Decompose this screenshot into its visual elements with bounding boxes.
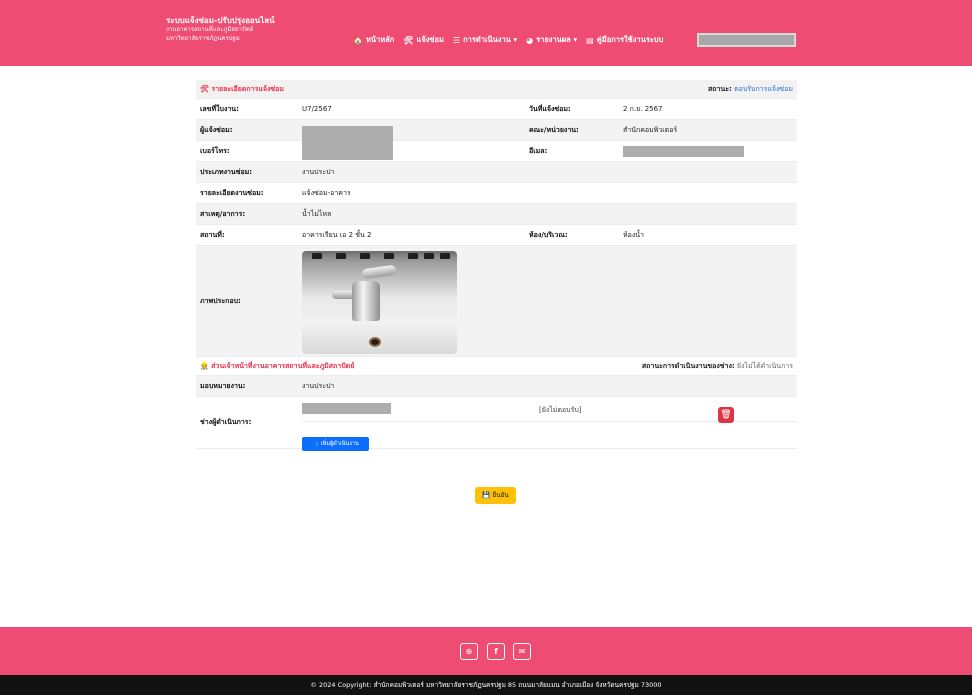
tools-icon: 🛠 xyxy=(200,84,212,93)
faculty-value: สำนักคอมพิวเตอร์ xyxy=(623,125,678,134)
nav-repair-label: แจ้งซ่อม xyxy=(416,35,444,44)
mail-icon[interactable]: ✉ xyxy=(513,643,531,660)
add-technician-button[interactable]: 👥 เพิ่มผู้ดำเนินงาน xyxy=(302,437,369,451)
staff-icon: 👷 xyxy=(200,361,212,370)
row-type: ประเภทงานซ่อม: งานประปา xyxy=(196,162,797,183)
row-phone: เบอร์โทร: อีเมล: xyxy=(196,141,797,162)
staff-status-value: ยังไม่ได้ดำเนินการ xyxy=(736,361,793,370)
main-nav: 🏠 หน้าหลัก 🛠 แจ้งซ่อม ☰ การดำเนินงาน ▾ ◕… xyxy=(353,34,663,46)
cause-value: น้ำไม่ไหล xyxy=(302,209,332,218)
technician-status: [ยังไม่ตอบรับ] xyxy=(539,406,582,414)
book-icon: ▤ xyxy=(586,35,594,45)
staff-header: 👷 ส่วนเจ้าหน้าที่งานอาคารสถานที่และภูมิส… xyxy=(196,357,797,376)
repair-photo-faucet[interactable] xyxy=(302,251,457,354)
nav-operations-label: การดำเนินงาน ▾ xyxy=(463,35,518,44)
requester-redacted xyxy=(302,125,393,160)
status-badge: ตอบรับการแจ้งซ่อม xyxy=(734,84,793,93)
row-image: ภาพประกอบ: xyxy=(196,246,797,357)
staff-status: สถานะการดำเนินงานของช่าง: ยังไม่ได้ดำเนิ… xyxy=(641,361,793,370)
staff-title: 👷 ส่วนเจ้าหน้าที่งานอาคารสถานที่และภูมิส… xyxy=(200,361,355,370)
trash-icon: 🗑 xyxy=(720,410,732,420)
details-status: สถานะ: ตอบรับการแจ้งซ่อม xyxy=(708,84,793,93)
row-place: สถานที่: อาคารเรียน เอ 2 ชั้น 2 ห้อง/บริ… xyxy=(196,225,797,246)
job-no-value: U7/2567 xyxy=(302,105,332,113)
repair-details-card: 🛠 รายละเอียดการแจ้งซ่อม สถานะ: ตอบรับการ… xyxy=(196,80,797,449)
nav-home-label: หน้าหลัก xyxy=(365,35,395,44)
nav-manual-label: คู่มือการใช้งานระบบ xyxy=(596,35,664,44)
place-value: อาคารเรียน เอ 2 ชั้น 2 xyxy=(302,230,372,239)
email-redacted xyxy=(623,145,744,157)
user-account-redacted[interactable] xyxy=(697,33,796,47)
top-navbar: ระบบแจ้งซ่อม-ปรับปรุงออนไลน์ งานอาคารสถา… xyxy=(0,0,972,66)
details-title: 🛠 รายละเอียดการแจ้งซ่อม xyxy=(200,84,284,93)
nav-manual[interactable]: ▤ คู่มือการใช้งานระบบ xyxy=(586,34,663,46)
site-brand[interactable]: ระบบแจ้งซ่อม-ปรับปรุงออนไลน์ งานอาคารสถา… xyxy=(166,16,275,43)
brand-subtitle: งานอาคารสถานที่และภูมิสถาปัตย์ xyxy=(166,26,254,33)
facebook-icon[interactable]: f xyxy=(487,643,505,660)
save-icon: 💾 xyxy=(482,491,491,499)
nav-repair[interactable]: 🛠 แจ้งซ่อม xyxy=(403,34,444,46)
footer xyxy=(0,627,972,675)
row-job-no: เลขที่ใบงาน: U7/2567 วันที่แจ้งซ่อม: 2 ก… xyxy=(196,99,797,120)
brand-title: ระบบแจ้งซ่อม-ปรับปรุงออนไลน์ xyxy=(166,16,275,25)
date-value: 2 ก.ย. 2567 xyxy=(623,104,663,113)
nav-reports-label: รายงานผล ▾ xyxy=(536,35,578,44)
row-technician: ช่างผู้ดำเนินการ: [ยังไม่ตอบรับ] xyxy=(196,397,797,449)
nav-home[interactable]: 🏠 หน้าหลัก xyxy=(353,34,394,46)
assign-value: งานประปา xyxy=(302,381,335,390)
globe-icon[interactable]: ⊕ xyxy=(460,643,478,660)
delete-technician-button[interactable]: 🗑 xyxy=(718,407,734,423)
row-requester: ผู้แจ้งซ่อม: คณะ/หน่วยงาน: สำนักคอมพิวเต… xyxy=(196,120,797,160)
tools-icon: 🛠 xyxy=(403,35,414,45)
row-cause: สาเหตุ/อาการ: น้ำไม่ไหล xyxy=(196,204,797,225)
list-icon: ☰ xyxy=(452,35,461,45)
brand-university: มหาวิทยาลัยราชภัฏนครปฐม xyxy=(166,35,240,42)
nav-reports-dropdown[interactable]: ◕ รายงานผล ▾ xyxy=(526,34,577,46)
detail-value: แจ้งซ่อม-อาคาร xyxy=(302,188,351,197)
copyright-text: © 2024 Copyright: สำนักคอมพิวเตอร์ มหาวิ… xyxy=(310,681,662,689)
type-value: งานประปา xyxy=(302,167,335,176)
user-plus-icon: 👥 xyxy=(312,441,320,447)
room-value: ห้องน้ำ xyxy=(623,230,644,239)
pie-chart-icon: ◕ xyxy=(526,35,534,45)
confirm-button[interactable]: 💾 ยืนยัน xyxy=(475,487,516,504)
details-header: 🛠 รายละเอียดการแจ้งซ่อม สถานะ: ตอบรับการ… xyxy=(196,80,797,99)
technician-redacted xyxy=(302,403,391,414)
row-detail: รายละเอียดงานซ่อม: แจ้งซ่อม-อาคาร xyxy=(196,183,797,204)
home-icon: 🏠 xyxy=(353,35,363,45)
nav-operations-dropdown[interactable]: ☰ การดำเนินงาน ▾ xyxy=(453,34,517,46)
row-assign: มอบหมายงาน: งานประปา xyxy=(196,376,797,397)
copyright-bar: © 2024 Copyright: สำนักคอมพิวเตอร์ มหาวิ… xyxy=(0,675,972,695)
